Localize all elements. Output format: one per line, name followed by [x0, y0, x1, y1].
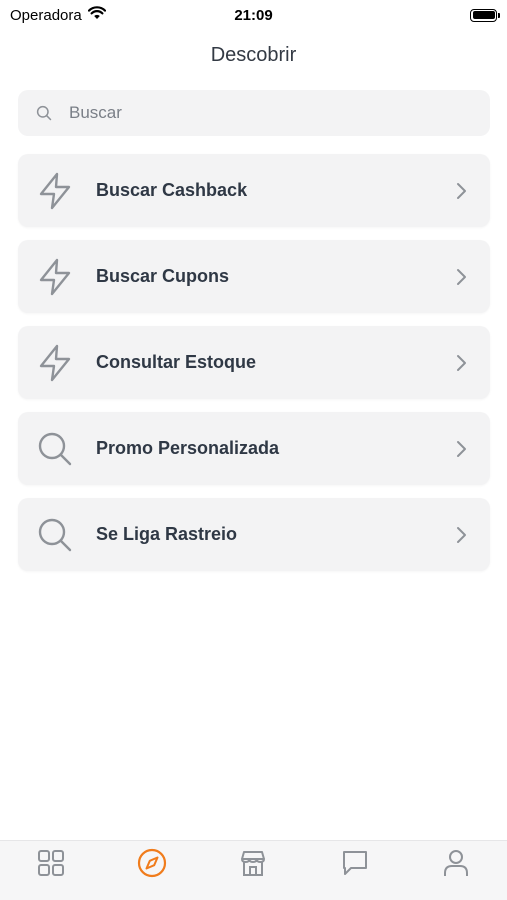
status-bar: Operadora 21:09 — [0, 0, 507, 30]
chevron-right-icon — [454, 354, 468, 372]
search-icon — [36, 105, 52, 121]
menu-item-label: Promo Personalizada — [96, 438, 280, 458]
search-bar[interactable] — [18, 90, 490, 136]
store-icon — [238, 848, 268, 883]
lightning-icon — [36, 344, 74, 382]
status-left: Operadora — [10, 6, 106, 24]
search-input[interactable] — [69, 103, 449, 123]
tab-messages[interactable] — [335, 850, 375, 880]
menu-item-buscar-cupons[interactable]: Buscar Cupons — [18, 240, 490, 313]
lightning-icon — [36, 172, 74, 210]
carrier-name: Operadora — [10, 6, 82, 24]
chevron-right-icon — [454, 526, 468, 544]
battery-icon — [470, 8, 500, 22]
menu-item-buscar-cashback[interactable]: Buscar Cashback — [18, 154, 490, 227]
search-icon — [36, 430, 74, 468]
discover-menu: Buscar Cashback Buscar Cupons Consultar … — [18, 154, 490, 584]
chevron-right-icon — [454, 440, 468, 458]
tab-profile[interactable] — [436, 848, 476, 883]
grid-icon — [37, 849, 65, 882]
chevron-right-icon — [454, 268, 468, 286]
menu-item-label: Consultar Estoque — [96, 352, 257, 372]
tab-bar — [0, 840, 507, 900]
page-title: Descobrir — [210, 44, 297, 66]
user-icon — [442, 848, 470, 883]
search-icon — [36, 516, 74, 554]
tab-home[interactable] — [31, 849, 71, 882]
lightning-icon — [36, 258, 74, 296]
tab-discover[interactable] — [132, 848, 172, 883]
wifi-icon — [87, 6, 106, 24]
menu-item-consultar-estoque[interactable]: Consultar Estoque — [18, 326, 490, 399]
menu-item-label: Se Liga Rastreio — [96, 524, 238, 544]
chat-icon — [340, 848, 370, 883]
menu-item-label: Buscar Cupons — [96, 266, 230, 286]
menu-item-label: Buscar Cashback — [96, 180, 248, 200]
chevron-right-icon — [454, 182, 468, 200]
compass-icon — [137, 848, 167, 883]
tab-store[interactable] — [233, 850, 273, 880]
menu-item-se-liga-rastreio[interactable]: Se Liga Rastreio — [18, 498, 490, 571]
menu-item-promo-personalizada[interactable]: Promo Personalizada — [18, 412, 490, 485]
